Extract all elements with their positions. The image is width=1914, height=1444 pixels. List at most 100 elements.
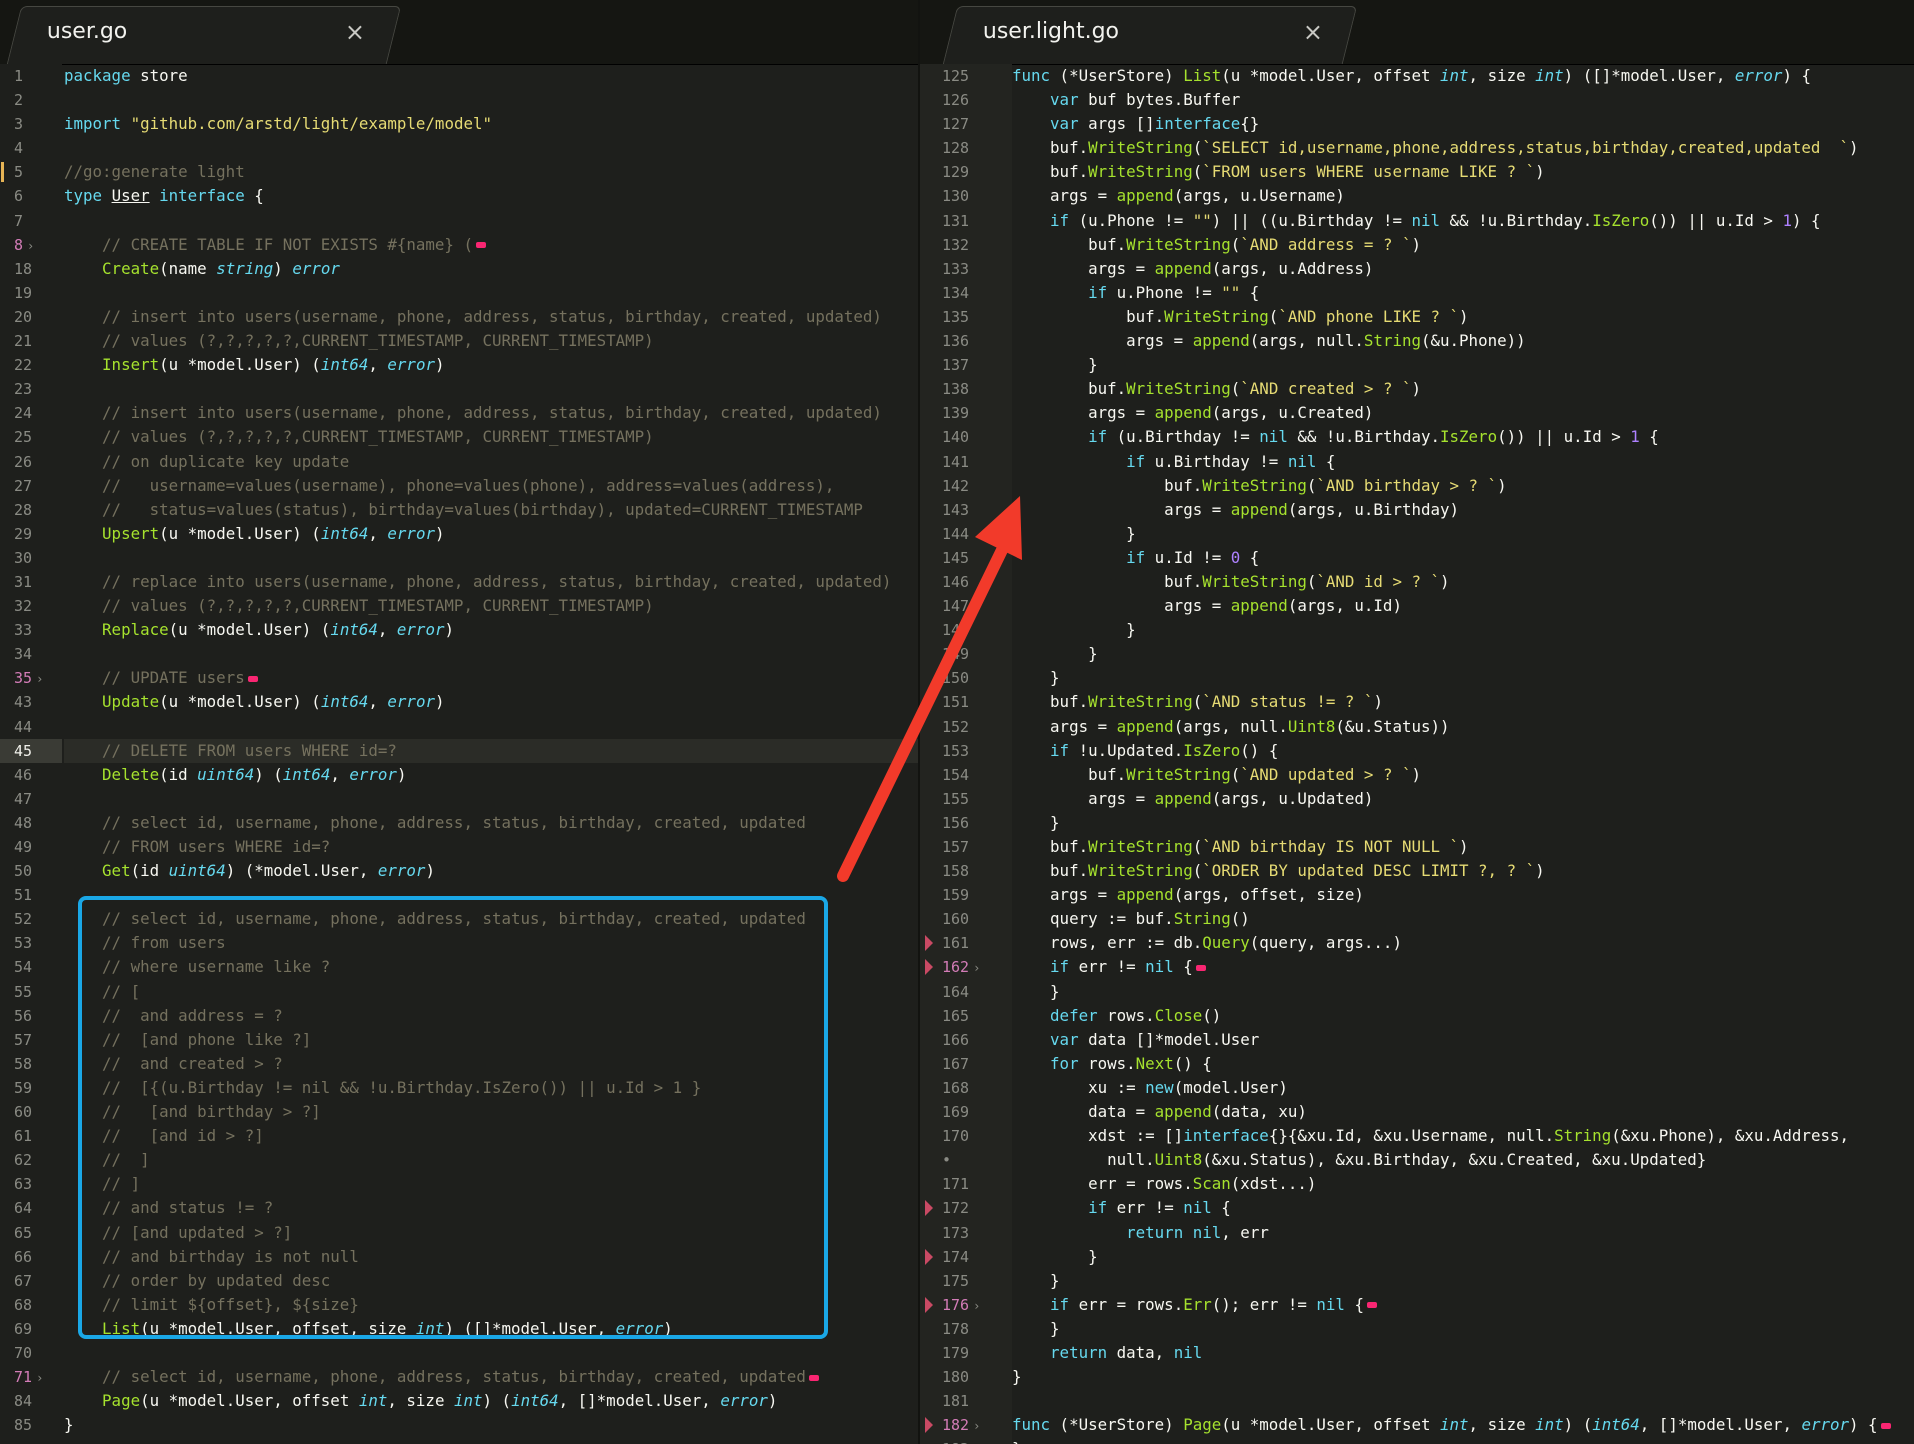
code-line: if err != nil { — [1088, 1198, 1231, 1218]
code-line: xu := new(model.User) — [1012, 1077, 1288, 1097]
line-number: 22 — [14, 356, 33, 375]
code-line: } — [1012, 1318, 1060, 1338]
code-line: buf.WriteString(`AND birthday > ? `) — [1012, 475, 1507, 495]
code-line: // and birthday is not null — [102, 1246, 359, 1266]
fold-ellipsis-icon[interactable] — [1880, 1422, 1891, 1429]
code-line: // username=values(username), phone=valu… — [102, 475, 835, 495]
line-number: 157 — [942, 838, 970, 856]
line-number: 182 › — [920, 1413, 1012, 1437]
code-line: buf.WriteString(`AND phone LIKE ? `) — [1012, 306, 1469, 326]
code-line: if (u.Phone != "") || ((u.Birthday != ni… — [1050, 210, 1821, 230]
editor-pane-left[interactable]: user.go × 1 2 3 4 5 6 7 8 › 18 19 20 21 22 23 24 25 26 27 2… — [0, 0, 920, 1444]
line-number: 128 — [942, 139, 970, 158]
tab-user-light-go[interactable]: user.light.go × — [942, 6, 1358, 64]
fold-marker-icon — [925, 1248, 933, 1265]
code-line: // where username like ? — [102, 957, 331, 977]
code-line: // values (?,?,?,?,?,CURRENT_TIMESTAMP, … — [102, 331, 654, 351]
fold-ellipsis-icon[interactable] — [247, 675, 258, 682]
tab-user-go[interactable]: user.go × — [6, 6, 402, 64]
line-number: 70 — [14, 1343, 33, 1362]
line-number: 167 — [942, 1054, 970, 1073]
code-line: // on duplicate key update — [102, 451, 350, 471]
line-number: 170 — [942, 1127, 970, 1146]
fold-toggle-icon[interactable]: › — [36, 672, 43, 686]
line-number: 152 — [942, 717, 970, 736]
line-number: 61 — [14, 1127, 33, 1146]
line-number: 51 — [14, 886, 33, 905]
line-number: 140 — [942, 428, 970, 447]
code-line: // and created > ? — [102, 1053, 283, 1073]
line-number: 161 — [920, 931, 1012, 955]
code-line: return nil, err — [1126, 1222, 1269, 1242]
line-number: 150 — [942, 669, 970, 688]
fold-toggle-icon[interactable]: › — [973, 1419, 980, 1433]
line-number: 127 — [942, 115, 970, 134]
code-line: null.Uint8(&xu.Status), &xu.Birthday, &x… — [1012, 1150, 1707, 1170]
close-icon[interactable]: × — [345, 18, 365, 46]
code-line: if err = rows.Err(); err != nil { — [1012, 1293, 1914, 1317]
fold-ellipsis-icon[interactable] — [1195, 964, 1206, 971]
fold-ellipsis-icon[interactable] — [808, 1374, 819, 1381]
line-number: 178 — [942, 1319, 970, 1338]
line-number: 181 — [942, 1392, 970, 1411]
line-number: 149 — [942, 645, 970, 664]
line-number: 139 — [942, 404, 970, 423]
line-number-gutter: 125 126 127 128 129 130 131 132 133 134 135 136 137 1… — [920, 64, 1012, 1444]
code-line: // CREATE TABLE IF NOT EXISTS #{name} ( — [64, 233, 920, 257]
line-number: 52 — [14, 910, 33, 929]
code-line: } — [1012, 355, 1098, 375]
line-number: 56 — [14, 1006, 33, 1025]
code-area[interactable]: package store import "github.com/arstd/l… — [64, 64, 920, 1444]
line-number: 159 — [942, 886, 970, 905]
code-line: // values (?,?,?,?,?,CURRENT_TIMESTAMP, … — [102, 427, 654, 447]
code-area[interactable]: func (*UserStore) List(u *model.User, of… — [1012, 64, 1914, 1444]
line-number: • — [942, 1151, 952, 1170]
code-line: // FROM users WHERE id=? — [102, 837, 331, 856]
code-line: // select id, username, phone, address, … — [102, 909, 806, 929]
fold-toggle-icon[interactable]: › — [27, 239, 34, 253]
fold-toggle-icon[interactable]: › — [973, 1299, 980, 1313]
code-line: // values (?,?,?,?,?,CURRENT_TIMESTAMP, … — [102, 596, 654, 616]
line-number: 85 — [14, 1416, 33, 1435]
line-number: 58 — [14, 1054, 33, 1073]
code-line: //go:generate light — [64, 162, 245, 182]
line-number: 84 — [14, 1392, 33, 1411]
fold-toggle-icon[interactable]: › — [36, 1371, 43, 1385]
line-number: 174 — [920, 1245, 1012, 1269]
code-line: buf.WriteString(`AND address = ? `) — [1012, 234, 1421, 254]
code-line: if (u.Birthday != nil && !u.Birthday.IsZ… — [1088, 427, 1659, 447]
code-line: // [{(u.Birthday != nil && !u.Birthday.I… — [102, 1077, 702, 1097]
line-number: 138 — [942, 380, 970, 399]
line-number: 144 — [942, 524, 970, 543]
line-number: 23 — [14, 380, 33, 399]
code-line: rows, err := db.Query(query, args...) — [1012, 933, 1402, 953]
line-number: 46 — [14, 765, 33, 784]
line-number: 64 — [14, 1199, 33, 1218]
line-number: 4 — [14, 139, 24, 158]
fold-toggle-icon[interactable]: › — [973, 961, 980, 975]
code-line: xdst := []interface{}{&xu.Id, &xu.Userna… — [1012, 1126, 1849, 1146]
code-line: var buf bytes.Buffer — [1050, 90, 1241, 110]
code-line: // replace into users(username, phone, a… — [102, 571, 892, 591]
editor-pane-right[interactable]: user.light.go × 125 126 127 128 129 130 131 132… — [920, 0, 1914, 1444]
close-icon[interactable]: × — [1303, 18, 1323, 46]
fold-ellipsis-icon[interactable] — [475, 242, 486, 249]
line-number: 164 — [942, 982, 970, 1001]
code-line: } — [1012, 812, 1060, 832]
line-number: 147 — [942, 597, 970, 616]
line-number: 125 — [942, 67, 970, 85]
line-number: 62 — [14, 1151, 33, 1170]
line-number: 8 › — [14, 235, 35, 254]
code-line: if u.Phone != "" { — [1088, 282, 1260, 302]
fold-ellipsis-icon[interactable] — [1366, 1302, 1377, 1309]
code-line: } — [1012, 1270, 1060, 1290]
code-line: args = append(args, offset, size) — [1012, 885, 1364, 905]
code-line: var args []interface{} — [1050, 114, 1260, 134]
